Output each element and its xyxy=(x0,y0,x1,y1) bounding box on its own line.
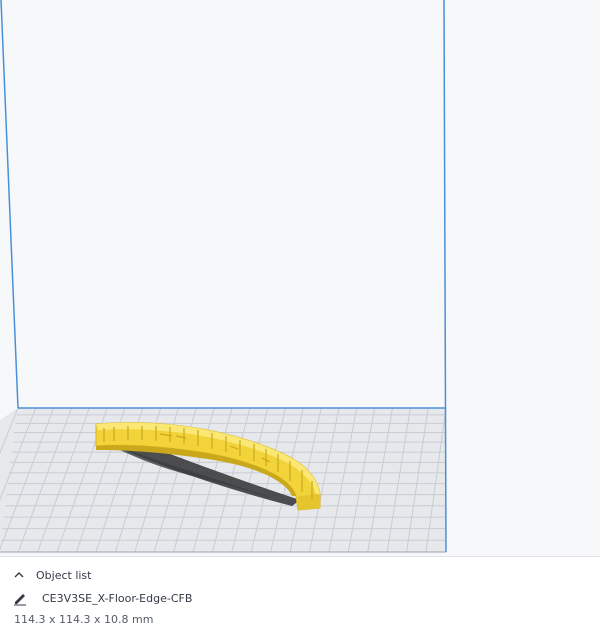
pencil-icon[interactable] xyxy=(12,590,28,606)
object-list-item[interactable]: CE3V3SE_X-Floor-Edge-CFB xyxy=(12,588,192,608)
model-front-face xyxy=(298,494,320,510)
object-list-header[interactable]: Object list xyxy=(12,565,91,585)
object-dimensions: 114.3 x 114.3 x 10.8 mm xyxy=(14,613,154,626)
build-volume-left-edge xyxy=(0,0,19,409)
build-volume-scene xyxy=(0,0,447,553)
chevron-up-icon[interactable] xyxy=(12,568,26,582)
object-list-title: Object list xyxy=(36,568,92,582)
3d-viewport[interactable] xyxy=(0,0,600,556)
object-list-panel: Object list CE3V3SE_X-Floor-Edge-CFB 114… xyxy=(0,556,600,637)
object-name: CE3V3SE_X-Floor-Edge-CFB xyxy=(42,591,193,605)
